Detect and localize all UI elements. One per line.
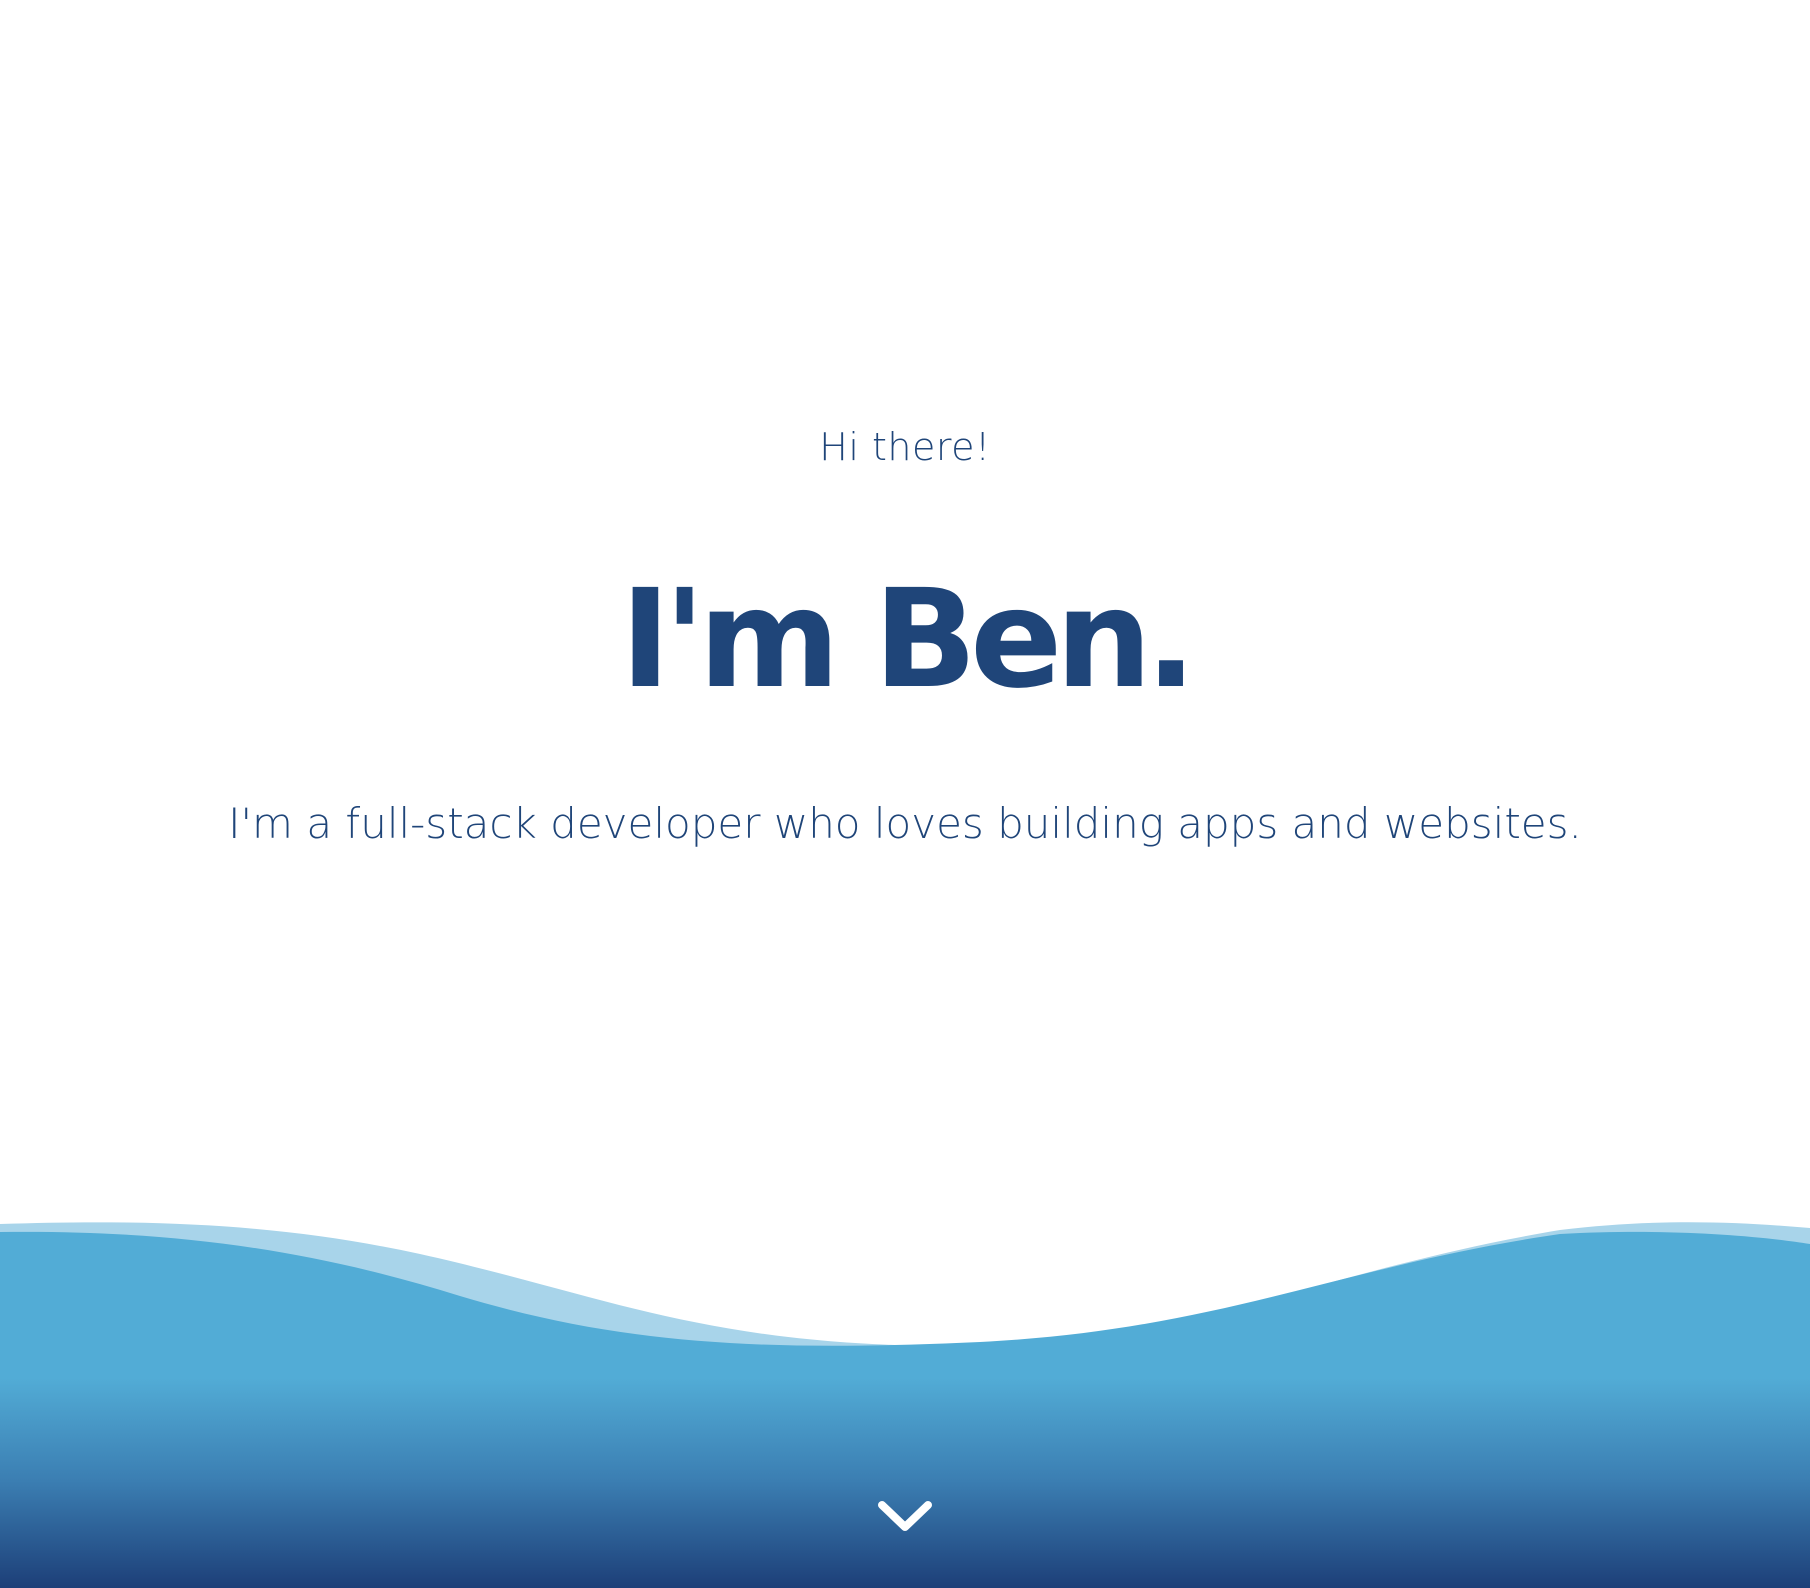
hero-section: Hi there! I'm Ben. I'm a full-stack deve… (0, 0, 1810, 1220)
landing-page: Hi there! I'm Ben. I'm a full-stack deve… (0, 0, 1810, 1588)
scroll-down-button[interactable] (865, 1485, 945, 1545)
tagline-text: I'm a full-stack developer who loves bui… (228, 799, 1582, 848)
chevron-down-icon (878, 1501, 932, 1531)
greeting-text: Hi there! (819, 425, 991, 469)
page-title: I'm Ben. (620, 561, 1197, 720)
